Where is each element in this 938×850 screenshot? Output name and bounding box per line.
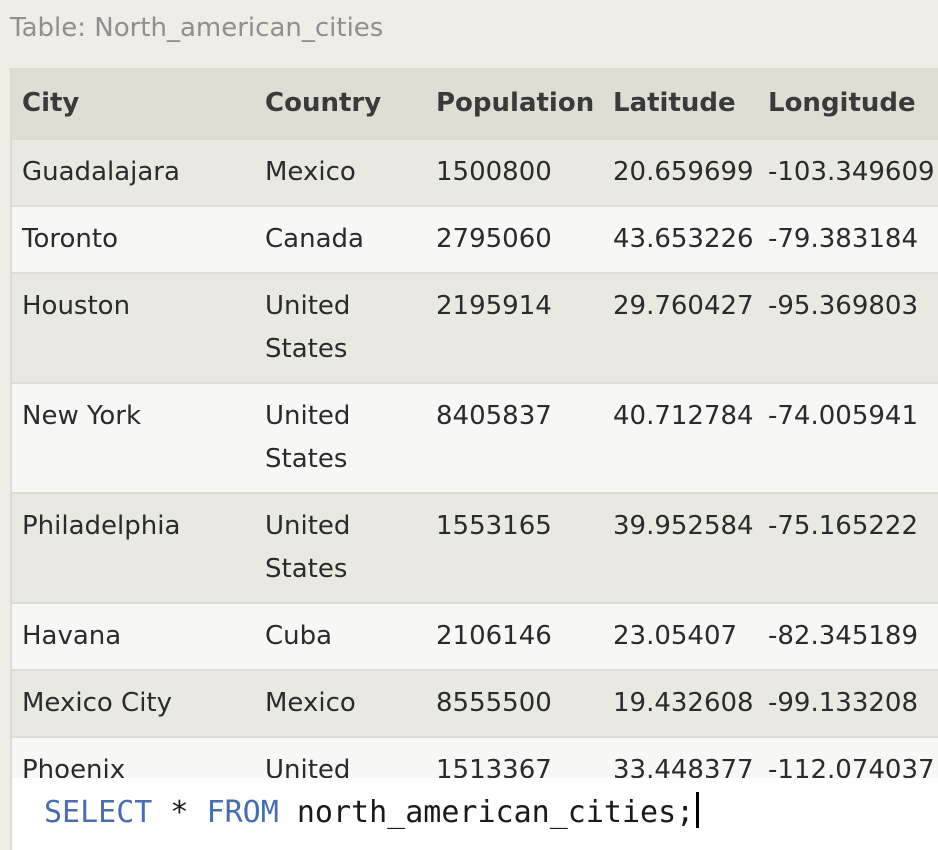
- cell-longitude: -95.369803: [758, 272, 938, 383]
- cell-country: United States: [255, 272, 426, 383]
- cell-latitude: 39.952584: [603, 492, 758, 603]
- cell-country: United States: [255, 382, 426, 493]
- cell-country: Cuba: [255, 602, 426, 670]
- cell-city: Toronto: [12, 205, 255, 273]
- column-header-city: City: [12, 68, 255, 139]
- cell-country: Canada: [255, 205, 426, 273]
- cell-country: United States: [255, 492, 426, 603]
- cell-longitude: -99.133208: [758, 669, 938, 737]
- table-caption: Table: North_american_cities: [10, 13, 384, 43]
- cell-longitude: -112.074037: [758, 736, 938, 778]
- cell-longitude: -82.345189: [758, 602, 938, 670]
- table-row: Phoenix United States 1513367 33.448377 …: [12, 736, 938, 778]
- cell-longitude: -74.005941: [758, 382, 938, 493]
- cell-longitude: -103.349609: [758, 138, 938, 206]
- sql-keyword-select: SELECT: [44, 795, 153, 830]
- table-header-row: City Country Population Latitude Longitu…: [12, 68, 938, 139]
- cell-latitude: 40.712784: [603, 382, 758, 493]
- cell-country: Mexico: [255, 138, 426, 206]
- cell-city: Phoenix: [12, 736, 255, 778]
- cell-population: 2106146: [426, 602, 603, 670]
- cell-city: Havana: [12, 602, 255, 670]
- table-row: Philadelphia United States 1553165 39.95…: [12, 492, 938, 603]
- cell-city: Mexico City: [12, 669, 255, 737]
- cell-latitude: 20.659699: [603, 138, 758, 206]
- table-row: Guadalajara Mexico 1500800 20.659699 -10…: [12, 138, 938, 206]
- cell-city: Philadelphia: [12, 492, 255, 603]
- cell-population: 2795060: [426, 205, 603, 273]
- results-table: City Country Population Latitude Longitu…: [12, 68, 938, 778]
- cell-latitude: 19.432608: [603, 669, 758, 737]
- results-table-container[interactable]: City Country Population Latitude Longitu…: [10, 68, 938, 778]
- sql-query-editor[interactable]: SELECT * FROM north_american_cities;: [10, 778, 938, 850]
- table-row: Toronto Canada 2795060 43.653226 -79.383…: [12, 205, 938, 273]
- column-header-country: Country: [255, 68, 426, 139]
- cell-longitude: -75.165222: [758, 492, 938, 603]
- sql-keyword-from: FROM: [206, 795, 279, 830]
- sql-table-name: north_american_cities;: [278, 795, 695, 830]
- table-row: Havana Cuba 2106146 23.05407 -82.345189: [12, 602, 938, 670]
- column-header-latitude: Latitude: [603, 68, 758, 139]
- table-row: New York United States 8405837 40.712784…: [12, 382, 938, 493]
- cell-city: Guadalajara: [12, 138, 255, 206]
- table-row: Mexico City Mexico 8555500 19.432608 -99…: [12, 669, 938, 737]
- cell-latitude: 29.760427: [603, 272, 758, 383]
- cell-population: 1513367: [426, 736, 603, 778]
- cell-latitude: 33.448377: [603, 736, 758, 778]
- cell-population: 1553165: [426, 492, 603, 603]
- cell-population: 2195914: [426, 272, 603, 383]
- cell-population: 8405837: [426, 382, 603, 493]
- cell-population: 8555500: [426, 669, 603, 737]
- table-row: Houston United States 2195914 29.760427 …: [12, 272, 938, 383]
- cell-city: New York: [12, 382, 255, 493]
- sql-query-text[interactable]: SELECT * FROM north_american_cities;: [44, 792, 700, 833]
- text-cursor: [696, 792, 700, 828]
- cell-city: Houston: [12, 272, 255, 383]
- cell-country: Mexico: [255, 669, 426, 737]
- column-header-longitude: Longitude: [758, 68, 938, 139]
- cell-latitude: 23.05407: [603, 602, 758, 670]
- cell-country: United States: [255, 736, 426, 778]
- cell-longitude: -79.383184: [758, 205, 938, 273]
- column-header-population: Population: [426, 68, 603, 139]
- cell-population: 1500800: [426, 138, 603, 206]
- sql-select-star: *: [152, 795, 207, 830]
- cell-latitude: 43.653226: [603, 205, 758, 273]
